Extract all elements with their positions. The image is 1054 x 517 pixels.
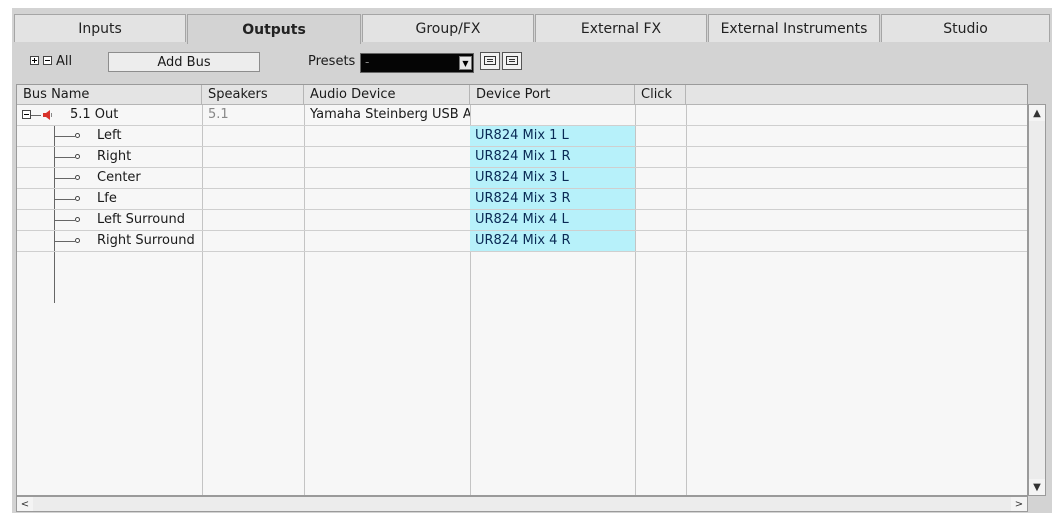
tree-connector	[54, 136, 75, 137]
scroll-right-icon[interactable]: >	[1011, 497, 1027, 511]
device-port-cell[interactable]: UR824 Mix 1 R	[470, 147, 635, 167]
save-preset-icon[interactable]	[480, 52, 500, 70]
tab-studio[interactable]: Studio	[881, 14, 1050, 42]
channel-node-icon	[75, 154, 80, 159]
scroll-up-icon[interactable]: ▲	[1029, 105, 1045, 121]
presets-label: Presets	[308, 54, 356, 69]
bus-audio-device[interactable]: Yamaha Steinberg USB A	[304, 105, 470, 125]
tab-inputs[interactable]: Inputs	[14, 14, 186, 42]
device-port-cell[interactable]: UR824 Mix 4 L	[470, 210, 635, 230]
channel-row[interactable]: Left UR824 Mix 1 L	[17, 126, 1027, 147]
col-speakers[interactable]: Speakers	[202, 85, 304, 105]
channel-node-icon	[75, 217, 80, 222]
channel-name: Left	[97, 128, 122, 143]
channel-node-icon	[75, 196, 80, 201]
channel-node-icon	[75, 238, 80, 243]
bus-speakers: 5.1	[208, 107, 229, 122]
device-port-cell[interactable]: UR824 Mix 4 R	[470, 231, 635, 251]
channel-name: Right	[97, 149, 132, 164]
tree-connector	[54, 220, 75, 221]
speaker-icon	[43, 110, 52, 120]
tab-group-fx[interactable]: Group/FX	[362, 14, 534, 42]
tree-connector	[31, 115, 41, 116]
tab-bar: Inputs Outputs Group/FX External FX Exte…	[14, 14, 1050, 44]
device-port-cell[interactable]: UR824 Mix 3 L	[470, 168, 635, 188]
bus-name[interactable]: 5.1 Out	[70, 105, 200, 125]
remove-preset-icon[interactable]	[502, 52, 522, 70]
channel-name: Right Surround	[97, 233, 195, 248]
presets-dropdown[interactable]: - ▼	[360, 53, 474, 73]
channel-node-icon	[75, 133, 80, 138]
channel-row[interactable]: Right UR824 Mix 1 R	[17, 147, 1027, 168]
bus-table: Bus Name Speakers Audio Device Device Po…	[16, 84, 1028, 496]
channel-row[interactable]: Lfe UR824 Mix 3 R	[17, 189, 1027, 210]
col-device-port[interactable]: Device Port	[470, 85, 635, 105]
tree-connector	[54, 157, 75, 158]
all-label: All	[56, 54, 73, 69]
col-audio-device[interactable]: Audio Device	[304, 85, 470, 105]
channel-name: Lfe	[97, 191, 117, 206]
preset-value: -	[365, 55, 370, 69]
channel-row[interactable]: Right Surround UR824 Mix 4 R	[17, 231, 1027, 252]
channel-node-icon	[75, 175, 80, 180]
vertical-scrollbar[interactable]: ▲ ▼	[1028, 104, 1046, 496]
toolbar: All Add Bus Presets - ▼	[12, 46, 1052, 82]
channel-row[interactable]: Center UR824 Mix 3 L	[17, 168, 1027, 189]
scroll-down-icon[interactable]: ▼	[1029, 479, 1045, 495]
channel-name: Center	[97, 170, 141, 185]
table-header: Bus Name Speakers Audio Device Device Po…	[17, 85, 1027, 105]
channel-name: Left Surround	[97, 212, 185, 227]
add-bus-button[interactable]: Add Bus	[108, 52, 260, 72]
tab-outputs[interactable]: Outputs	[187, 14, 361, 44]
vst-connections-panel: Inputs Outputs Group/FX External FX Exte…	[12, 8, 1052, 513]
horizontal-scrollbar[interactable]: < >	[16, 496, 1028, 512]
collapse-all-icon[interactable]	[43, 56, 52, 65]
tree-connector	[54, 241, 75, 242]
channel-row[interactable]: Left Surround UR824 Mix 4 L	[17, 210, 1027, 231]
chevron-down-icon[interactable]: ▼	[459, 56, 472, 70]
col-bus-name[interactable]: Bus Name	[17, 85, 202, 105]
tab-external-instruments[interactable]: External Instruments	[708, 14, 880, 42]
expand-all-icon[interactable]	[30, 56, 39, 65]
device-port-cell[interactable]: UR824 Mix 1 L	[470, 126, 635, 146]
device-port-cell[interactable]: UR824 Mix 3 R	[470, 189, 635, 209]
bus-row[interactable]: 5.1 Out 5.1 Yamaha Steinberg USB A	[17, 105, 1027, 126]
tree-connector	[54, 199, 75, 200]
tree-connector	[54, 178, 75, 179]
collapse-bus-icon[interactable]	[22, 110, 31, 119]
col-click[interactable]: Click	[635, 85, 686, 105]
tab-external-fx[interactable]: External FX	[535, 14, 707, 42]
scroll-left-icon[interactable]: <	[17, 497, 33, 511]
